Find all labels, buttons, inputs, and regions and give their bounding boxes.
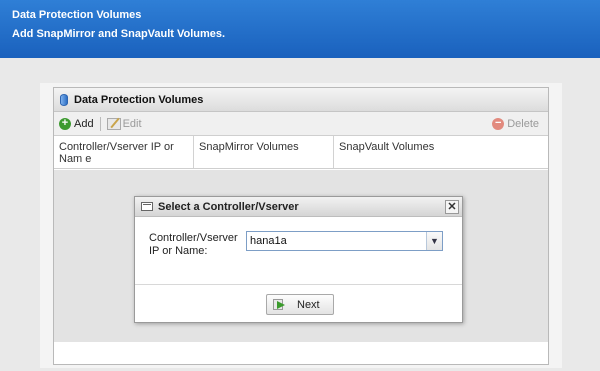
controller-combobox[interactable]: hana1a ▼ — [246, 231, 443, 251]
window-icon — [141, 202, 153, 211]
page-header: Data Protection Volumes Add SnapMirror a… — [0, 0, 600, 58]
select-controller-dialog: Select a Controller/Vserver ✕ Controller… — [134, 196, 463, 323]
volume-icon — [60, 93, 68, 106]
close-button[interactable]: ✕ — [445, 200, 459, 214]
column-header-snapvault[interactable]: SnapVault Volumes — [334, 136, 548, 168]
delete-button[interactable]: − Delete — [492, 118, 539, 130]
dialog-title-bar: Select a Controller/Vserver ✕ — [135, 197, 462, 217]
page-subtitle: Add SnapMirror and SnapVault Volumes. — [12, 28, 226, 40]
delete-label: Delete — [507, 118, 539, 130]
controller-input[interactable]: hana1a — [247, 232, 426, 250]
chevron-down-icon: ▼ — [430, 236, 439, 246]
column-header-snapmirror[interactable]: SnapMirror Volumes — [194, 136, 334, 168]
table-header: Controller/Vserver IP or Nam e SnapMirro… — [54, 136, 548, 169]
edit-button[interactable]: Edit — [106, 117, 142, 130]
panel-title-bar: Data Protection Volumes — [54, 88, 548, 112]
toolbar-separator — [99, 116, 101, 131]
add-button[interactable]: + Add — [59, 117, 94, 130]
plus-icon: + — [59, 117, 71, 130]
edit-icon — [106, 117, 121, 130]
column-header-controller[interactable]: Controller/Vserver IP or Nam e — [54, 136, 194, 168]
edit-label: Edit — [122, 117, 142, 130]
next-arrow-icon — [273, 299, 287, 310]
dialog-body: Controller/Vserver IP or Name: hana1a ▼ — [135, 217, 462, 285]
panel-toolbar: + Add Edit − Delete — [54, 112, 548, 136]
panel-title: Data Protection Volumes — [74, 93, 204, 106]
next-label: Next — [297, 298, 320, 311]
delete-icon: − — [492, 118, 505, 130]
dropdown-button[interactable]: ▼ — [426, 232, 442, 250]
next-button[interactable]: Next — [266, 294, 334, 315]
page-title: Data Protection Volumes — [12, 9, 142, 21]
dialog-title: Select a Controller/Vserver — [158, 200, 299, 213]
controller-field-label: Controller/Vserver IP or Name: — [149, 232, 238, 257]
add-label: Add — [74, 117, 94, 130]
close-icon: ✕ — [447, 201, 457, 213]
